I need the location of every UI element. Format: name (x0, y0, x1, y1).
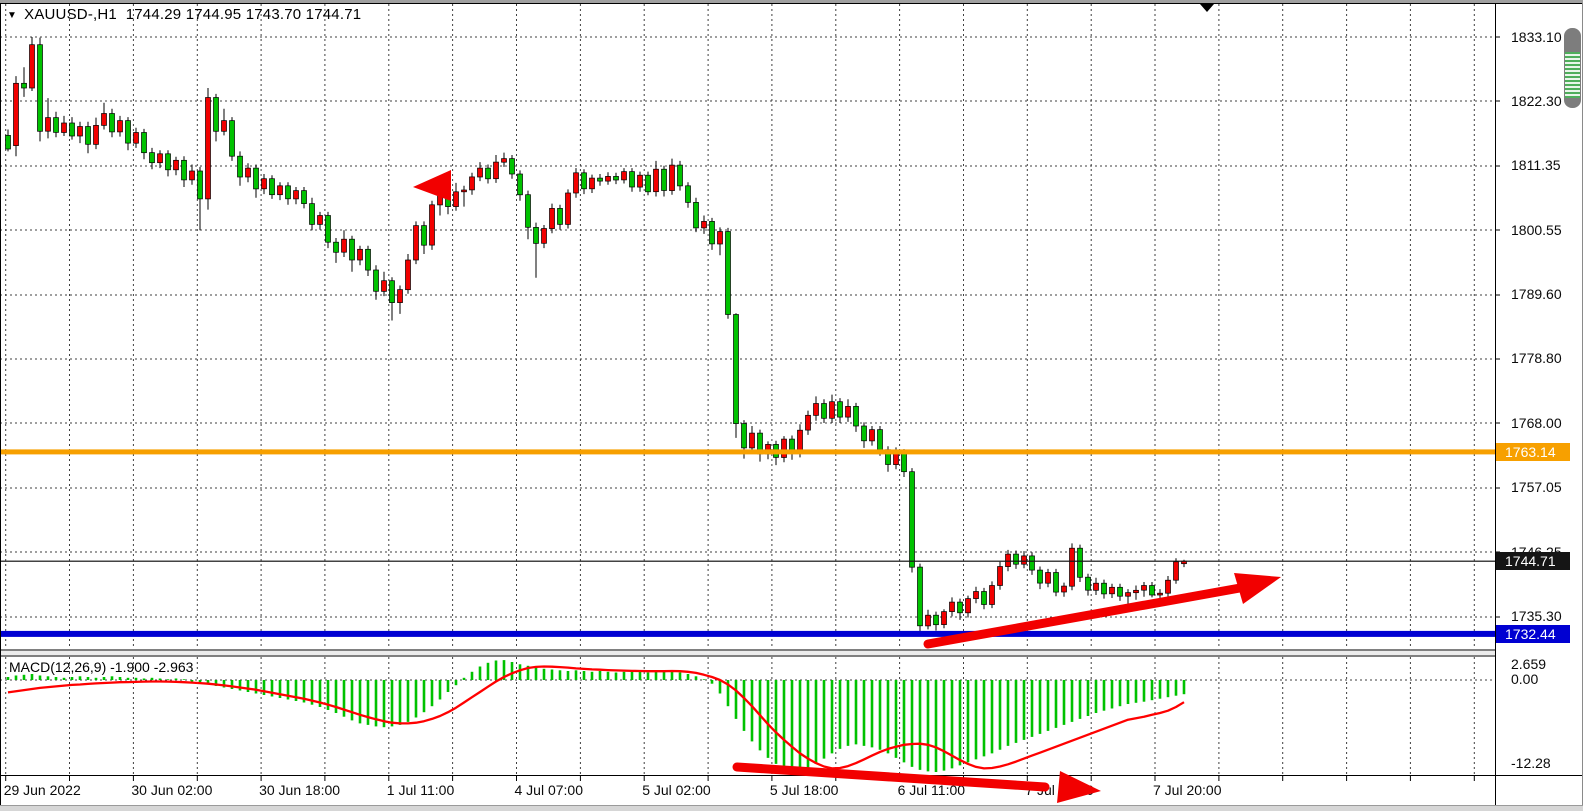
time-tick-label: 7 Jul 20:00 (1153, 782, 1222, 798)
price-tick-label: 1811.35 (1511, 157, 1561, 173)
time-tick-label: 5 Jul 02:00 (642, 782, 711, 798)
window-bottom-edge (0, 805, 1583, 811)
price-tick-label: 1757.05 (1511, 479, 1562, 495)
price-tick-label: 1800.55 (1511, 222, 1562, 238)
chart-canvas[interactable] (0, 0, 1583, 811)
time-tick-label: 30 Jun 18:00 (259, 782, 340, 798)
macd-tick-label: 0.00 (1511, 671, 1538, 687)
time-tick-label: 29 Jun 2022 (4, 782, 81, 798)
chart-title: ▼ XAUUSD-,H1 1744.29 1744.95 1743.70 1744… (7, 6, 361, 23)
symbol-dropdown-icon: ▼ (7, 10, 17, 21)
price-tick-label: 1735.30 (1511, 608, 1562, 624)
price-tick-label: 1778.80 (1511, 350, 1562, 366)
time-tick-label: 30 Jun 02:00 (131, 782, 212, 798)
price-tick-label: 1789.60 (1511, 286, 1562, 302)
vertical-scrollbar-thumb[interactable] (1564, 28, 1581, 108)
ohlc-readout: 1744.29 1744.95 1743.70 1744.71 (126, 6, 362, 23)
time-tick-label: 4 Jul 07:00 (515, 782, 584, 798)
macd-indicator-label: MACD(12,26,9) -1.900 -2.963 (9, 659, 193, 675)
price-tick-label: 1768.00 (1511, 415, 1562, 431)
macd-tick-label: 2.659 (1511, 656, 1546, 672)
last-price-badge: 1744.71 (1496, 552, 1570, 570)
price-tick-label: 1833.10 (1511, 29, 1562, 45)
symbol-period-label: XAUUSD-,H1 (24, 6, 117, 23)
time-tick-label: 5 Jul 18:00 (770, 782, 839, 798)
time-tick-label: 6 Jul 11:00 (898, 782, 965, 798)
time-tick-label: 7 Jul 04:00 (1025, 782, 1094, 798)
macd-tick-label: -12.28 (1511, 755, 1551, 771)
time-tick-label: 1 Jul 11:00 (387, 782, 454, 798)
price-tick-label: 1822.30 (1511, 93, 1562, 109)
chart-shift-marker-icon[interactable] (1200, 4, 1214, 12)
chart-window: ▼ XAUUSD-,H1 1744.29 1744.95 1743.70 1744… (0, 0, 1583, 811)
support-price-badge: 1732.44 (1496, 625, 1570, 643)
resistance-price-badge: 1763.14 (1496, 443, 1570, 461)
scrollbar-stripes (1565, 52, 1580, 98)
